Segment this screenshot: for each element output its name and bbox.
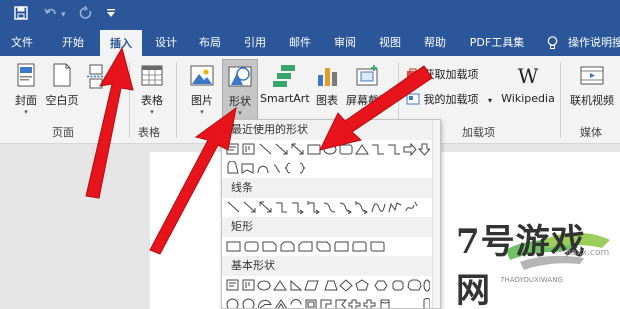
tab-view[interactable]: 视图 [373,30,407,56]
tab-mailings[interactable]: 邮件 [283,30,317,56]
blank-page-icon [53,63,71,87]
store-icon [407,68,419,80]
watermark-brand: 7号游戏网 [456,222,586,309]
smartart-label: SmartArt [260,92,310,105]
title-bar: ▾ [0,0,620,30]
wikipedia-icon: W [517,64,539,88]
lines-header: 线条 [222,178,440,198]
chevron-down-icon: ▾ [200,108,204,116]
cover-page-label: 封面 [15,94,37,107]
basic-shapes-header: 基本形状 [222,256,440,276]
watermark-url: jiaxx.com [566,248,610,258]
lightbulb-icon [545,30,559,56]
shapes-label: 形状 [229,95,251,108]
watermark-tagline: 7HAOYOUXIWANG [500,276,563,284]
customize-quick-access-icon[interactable] [106,7,116,25]
group-divider [129,62,130,138]
tell-me-search[interactable]: 操作说明搜 [568,30,620,56]
cover-page-button[interactable]: 封面 ▾ [10,63,42,116]
screenshot-icon [356,65,378,86]
tab-design[interactable]: 设计 [149,30,183,56]
tab-insert[interactable]: 插入 [100,30,142,56]
online-video-icon [580,66,604,85]
picture-button[interactable]: 图片 ▾ [184,63,220,116]
watermark-logo: 7号游戏网 jiaxx.com 7HAOYOUXIWANG [456,214,620,309]
tab-layout[interactable]: 布局 [193,30,227,56]
chevron-down-icon: ▾ [488,96,493,105]
tab-review[interactable]: 审阅 [328,30,362,56]
chart-button[interactable]: 图表 [312,63,342,108]
table-label: 表格 [141,94,163,107]
smartart-icon [273,65,295,87]
my-addins-label: 我的加载项 [423,93,479,106]
chart-label: 图表 [316,94,338,107]
chart-icon [318,68,337,86]
line-shapes-row [222,198,440,217]
table-button[interactable]: 表格 ▾ [136,63,168,116]
chevron-down-icon: ▾ [366,108,370,116]
chevron-down-icon: ▾ [238,109,242,117]
tab-help[interactable]: 帮助 [418,30,452,56]
addins-group-label: 加载项 [462,126,495,139]
tab-references[interactable]: 引用 [238,30,272,56]
basic-shapes-row-2 [222,295,440,308]
gallery-scrollbar[interactable] [432,120,440,308]
get-addins-label: 获取加载项 [423,68,479,81]
ribbon-tabs: 文件 开始 插入 设计 布局 引用 邮件 审阅 视图 帮助 PDF工具集 操作说… [0,30,620,56]
smartart-button[interactable]: SmartArt [260,63,310,105]
picture-label: 图片 [191,94,213,107]
pages-group-label: 页面 [52,126,74,139]
picture-icon [190,65,214,86]
shapes-icon [228,66,252,87]
get-addins-button[interactable]: 获取加载项 [406,66,479,82]
group-divider [560,62,561,138]
group-divider [176,62,177,138]
recent-shapes-header: 最近使用的形状 [222,120,440,140]
tables-group-label: 表格 [138,126,160,139]
rectangle-shapes-row [222,237,440,256]
tab-file[interactable]: 文件 [4,30,40,56]
recent-shapes-row [222,140,440,159]
save-icon[interactable] [14,6,28,25]
chevron-down-icon: ▾ [150,108,154,116]
redo-icon[interactable] [79,5,93,25]
wikipedia-button[interactable]: W Wikipedia [500,63,556,105]
my-addins-button[interactable]: 我的加载项 ▾ [406,91,492,107]
cover-page-icon [17,63,35,87]
my-addins-icon [406,93,420,105]
rectangles-header: 矩形 [222,217,440,237]
blank-page-button[interactable]: 空白页 [44,63,80,108]
table-icon [141,65,163,86]
shapes-gallery: 最近使用的形状 线条 矩形 基本形状 [221,119,441,309]
tab-home[interactable]: 开始 [55,30,91,56]
wikipedia-label: Wikipedia [501,92,555,105]
basic-shapes-row [222,276,440,295]
media-group-label: 媒体 [580,126,602,139]
page-break-button[interactable] [84,64,108,90]
chevron-down-icon: ▾ [24,108,28,116]
online-video-button[interactable]: 联机视频 [566,63,618,108]
recent-shapes-row-2 [222,159,440,178]
blank-page-label: 空白页 [45,94,79,107]
undo-dropdown-icon[interactable]: ▾ [61,6,66,24]
online-video-label: 联机视频 [570,94,614,107]
tab-pdf-tools[interactable]: PDF工具集 [465,30,529,56]
page-break-icon [87,64,105,89]
undo-icon[interactable] [44,6,58,25]
screenshot-label: 屏幕截图 [346,94,390,107]
screenshot-button[interactable]: 屏幕截图 ▾ [344,63,392,116]
